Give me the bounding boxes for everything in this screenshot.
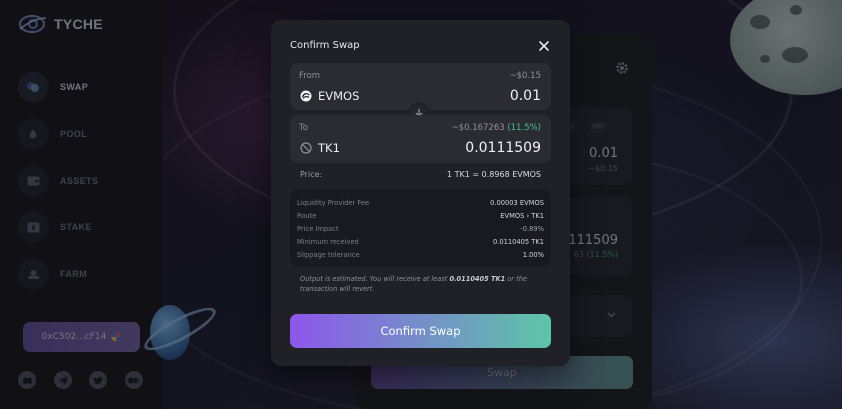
from-token-symbol: EVMOS — [318, 89, 360, 103]
detail-row-price-impact: Price Impact -0.89% — [297, 222, 544, 235]
to-token-box: To ~$0.167263 (11.5%) TK1 0.0111509 — [290, 115, 551, 163]
to-token[interactable]: TK1 — [300, 141, 340, 155]
to-usd-value: ~$0.167263 (11.5%) — [451, 123, 541, 133]
to-token-symbol: TK1 — [318, 141, 340, 155]
detail-label: Price Impact — [297, 224, 339, 233]
detail-label: Minimum received — [297, 238, 359, 247]
detail-row-slippage: Slippage tolerance 1.00% — [297, 249, 544, 262]
price-value: 1 TK1 = 0.8968 EVMOS — [447, 170, 541, 179]
detail-value: 1.00% — [522, 251, 544, 260]
estimate-note: Output is estimated. You will receive at… — [300, 275, 527, 293]
detail-value: 0.00003 EVMOS — [490, 198, 544, 207]
tk1-token-icon — [300, 142, 312, 154]
from-usd-value: ~$0.15 — [509, 71, 541, 81]
price-row: Price: 1 TK1 = 0.8968 EVMOS — [300, 170, 541, 179]
detail-row-minimum-received: Minimum received 0.0110405 TK1 — [297, 236, 544, 249]
confirm-swap-button[interactable]: Confirm Swap — [290, 314, 551, 348]
detail-row-route: Route EVMOS › TK1 — [297, 209, 544, 222]
confirm-swap-modal: Confirm Swap From ~$0.15 EVMOS 0.01 To ~… — [271, 20, 570, 366]
detail-label: Route — [297, 211, 317, 220]
evmos-token-icon — [300, 90, 312, 102]
close-icon[interactable] — [538, 40, 550, 52]
detail-row-lp-fee: Liquidity Provider Fee 0.00003 EVMOS — [297, 196, 544, 209]
to-amount: 0.0111509 — [465, 140, 541, 156]
from-amount: 0.01 — [509, 88, 541, 104]
modal-title: Confirm Swap — [290, 40, 360, 51]
price-label: Price: — [300, 170, 323, 179]
from-label: From — [299, 71, 321, 81]
detail-value: -0.89% — [520, 224, 544, 233]
detail-value: 0.0110405 TK1 — [492, 238, 544, 247]
detail-label: Liquidity Provider Fee — [297, 198, 370, 207]
detail-value: EVMOS › TK1 — [500, 211, 544, 220]
swap-details: Liquidity Provider Fee 0.00003 EVMOS Rou… — [290, 190, 551, 266]
detail-label: Slippage tolerance — [297, 251, 360, 260]
to-label: To — [299, 123, 308, 133]
from-token[interactable]: EVMOS — [300, 89, 359, 103]
